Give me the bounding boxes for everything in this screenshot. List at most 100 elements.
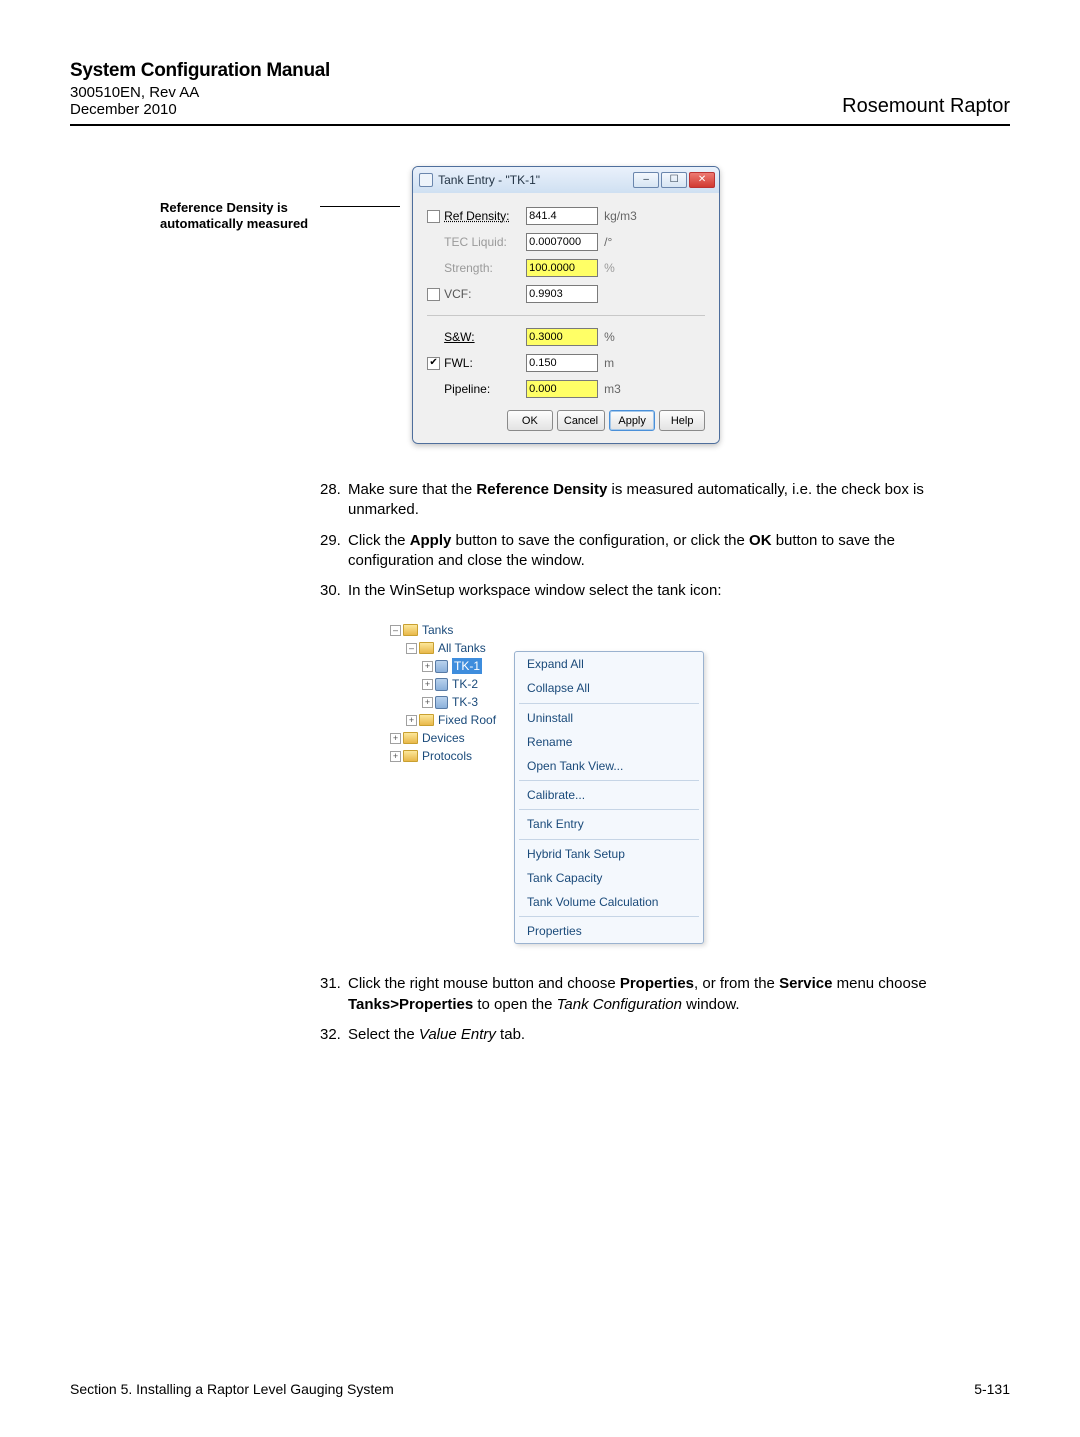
expand-icon[interactable]: + xyxy=(422,697,433,708)
tree-label: All Tanks xyxy=(438,640,486,656)
folder-icon xyxy=(403,624,418,636)
expand-icon[interactable]: + xyxy=(422,661,433,672)
tree-label: Tanks xyxy=(422,622,453,638)
tree-node-all-tanks[interactable]: – All Tanks xyxy=(390,639,496,657)
ref-density-checkbox[interactable] xyxy=(427,210,440,223)
help-button[interactable]: Help xyxy=(659,410,705,431)
strength-input[interactable] xyxy=(526,259,598,277)
step-text: Select the Value Entry tab. xyxy=(348,1025,950,1045)
folder-icon xyxy=(403,732,418,744)
sw-label: S&W: xyxy=(444,330,526,344)
step-text: In the WinSetup workspace window select … xyxy=(348,581,950,601)
tree-label: TK-3 xyxy=(452,694,478,710)
step-number: 29. xyxy=(320,531,348,572)
doc-id: 300510EN, Rev AA xyxy=(70,84,330,101)
sw-unit: % xyxy=(604,330,615,344)
fwl-unit: m xyxy=(604,356,614,370)
fwl-label: FWL: xyxy=(444,356,526,370)
tree-label: Devices xyxy=(422,730,465,746)
ctx-tank-capacity[interactable]: Tank Capacity xyxy=(515,866,703,890)
step-number: 31. xyxy=(320,974,348,1015)
vcf-checkbox[interactable] xyxy=(427,288,440,301)
separator xyxy=(427,315,705,316)
tec-liquid-input[interactable] xyxy=(526,233,598,251)
expand-icon[interactable]: + xyxy=(390,733,401,744)
context-menu: Expand All Collapse All Uninstall Rename… xyxy=(514,651,704,944)
tree-node-protocols[interactable]: + Protocols xyxy=(390,747,496,765)
step-30: 30. In the WinSetup workspace window sel… xyxy=(320,581,950,601)
step-text: Click the right mouse button and choose … xyxy=(348,974,950,1015)
step-number: 32. xyxy=(320,1025,348,1045)
tree-node-tk2[interactable]: + TK-2 xyxy=(390,675,496,693)
ctx-uninstall[interactable]: Uninstall xyxy=(515,706,703,730)
tree-node-fixed-roof[interactable]: +Fixed Roof xyxy=(390,711,496,729)
ref-density-label: Ref Density: xyxy=(444,209,526,223)
pipeline-unit: m3 xyxy=(604,382,621,396)
fwl-input[interactable] xyxy=(526,354,598,372)
footer-page-number: 5-131 xyxy=(974,1381,1010,1397)
tree-node-tanks[interactable]: – Tanks xyxy=(390,621,496,639)
sw-input[interactable] xyxy=(526,328,598,346)
step-32: 32. Select the Value Entry tab. xyxy=(320,1025,950,1045)
menu-separator xyxy=(519,780,699,781)
collapse-icon[interactable]: – xyxy=(390,625,401,636)
ref-density-input[interactable] xyxy=(526,207,598,225)
tree-label-selected: TK-1 xyxy=(452,658,482,674)
fwl-row: FWL: m xyxy=(427,350,705,376)
tree-node-tk1[interactable]: + TK-1 xyxy=(390,657,496,675)
maximize-button[interactable]: ☐ xyxy=(661,172,687,188)
fwl-checkbox[interactable] xyxy=(427,357,440,370)
step-text: Make sure that the Reference Density is … xyxy=(348,480,950,521)
ctx-properties[interactable]: Properties xyxy=(515,919,703,943)
menu-separator xyxy=(519,703,699,704)
ctx-rename[interactable]: Rename xyxy=(515,730,703,754)
tree-label: Protocols xyxy=(422,748,472,764)
vcf-input[interactable] xyxy=(526,285,598,303)
tec-liquid-label: TEC Liquid: xyxy=(444,235,526,249)
ctx-hybrid-tank-setup[interactable]: Hybrid Tank Setup xyxy=(515,842,703,866)
doc-date: December 2010 xyxy=(70,101,330,118)
menu-separator xyxy=(519,839,699,840)
tree-node-devices[interactable]: + Devices xyxy=(390,729,496,747)
header-left: System Configuration Manual 300510EN, Re… xyxy=(70,60,330,118)
tank-icon xyxy=(435,696,448,709)
strength-unit: % xyxy=(604,261,615,275)
ctx-tank-volume-calc[interactable]: Tank Volume Calculation xyxy=(515,890,703,914)
vcf-label: VCF: xyxy=(444,287,526,301)
ctx-collapse-all[interactable]: Collapse All xyxy=(515,676,703,700)
ctx-tank-entry[interactable]: Tank Entry xyxy=(515,812,703,836)
pipeline-input[interactable] xyxy=(526,380,598,398)
step-31: 31. Click the right mouse button and cho… xyxy=(320,974,950,1015)
tec-liquid-row: TEC Liquid: /° xyxy=(427,229,705,255)
folder-icon xyxy=(419,714,434,726)
tree-node-tk3[interactable]: + TK-3 xyxy=(390,693,496,711)
tree-label: TK-2 xyxy=(452,676,478,692)
apply-button[interactable]: Apply xyxy=(609,410,655,431)
ctx-expand-all[interactable]: Expand All xyxy=(515,652,703,676)
footer-section: Section 5. Installing a Raptor Level Gau… xyxy=(70,1381,394,1397)
ctx-calibrate[interactable]: Calibrate... xyxy=(515,783,703,807)
collapse-icon[interactable]: – xyxy=(406,643,417,654)
expand-icon[interactable]: + xyxy=(422,679,433,690)
folder-icon xyxy=(403,750,418,762)
callout-leader xyxy=(320,206,400,207)
dialog-titlebar[interactable]: Tank Entry - "TK-1" – ☐ ✕ xyxy=(413,167,719,193)
ctx-open-tank-view[interactable]: Open Tank View... xyxy=(515,754,703,778)
tree-view[interactable]: –Tanks –All Tanks +TK-1 +TK-2 +TK-3 +Fix… xyxy=(390,621,496,765)
step-29: 29. Click the Apply button to save the c… xyxy=(320,531,950,572)
page-header: System Configuration Manual 300510EN, Re… xyxy=(70,60,1010,126)
expand-icon[interactable]: + xyxy=(390,751,401,762)
product-name: Rosemount Raptor xyxy=(842,95,1010,118)
manual-title: System Configuration Manual xyxy=(70,60,330,82)
window-icon xyxy=(419,173,433,187)
minimize-button[interactable]: – xyxy=(633,172,659,188)
strength-row: Strength: % xyxy=(427,255,705,281)
step-number: 30. xyxy=(320,581,348,601)
strength-label: Strength: xyxy=(444,261,526,275)
cancel-button[interactable]: Cancel xyxy=(557,410,605,431)
expand-icon[interactable]: + xyxy=(406,715,417,726)
close-button[interactable]: ✕ xyxy=(689,172,715,188)
ref-density-row: Ref Density: kg/m3 xyxy=(427,203,705,229)
tank-icon xyxy=(435,660,448,673)
ok-button[interactable]: OK xyxy=(507,410,553,431)
